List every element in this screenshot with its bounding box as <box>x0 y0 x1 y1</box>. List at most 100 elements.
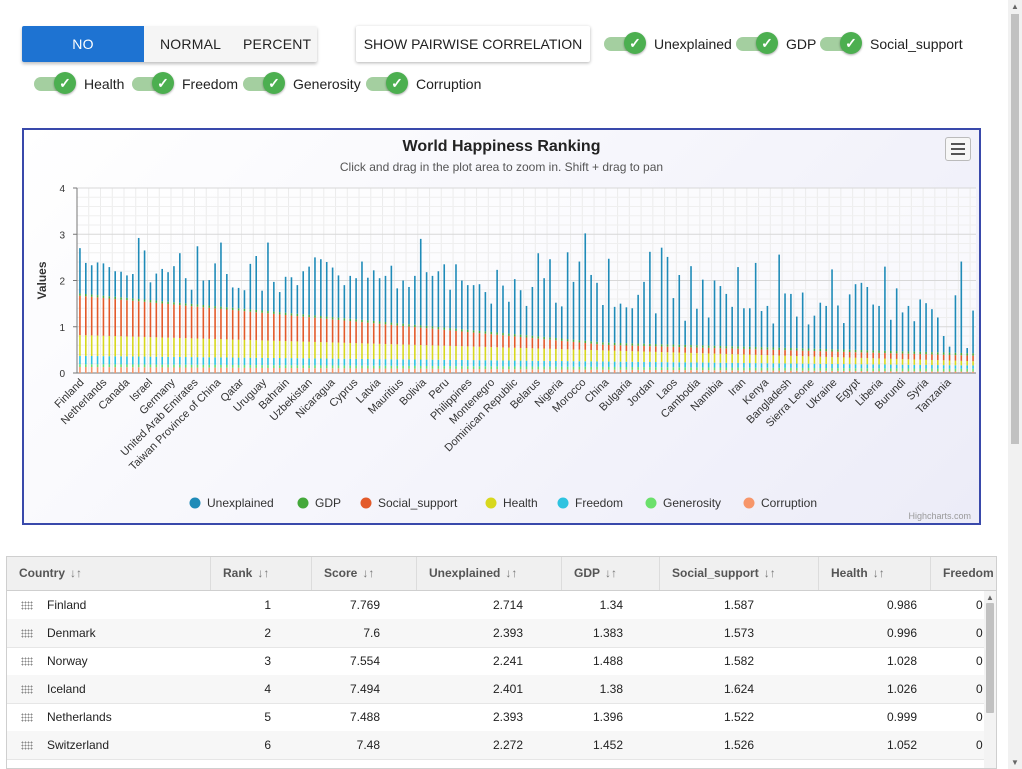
table-cell-gdp: 1.396 <box>592 710 623 724</box>
column-header-unexplained[interactable]: Unexplained ↓↑ <box>417 557 562 590</box>
table-cell-social-support: 1.522 <box>723 710 754 724</box>
scrollbar-thumb[interactable] <box>986 603 994 713</box>
check-icon: ✓ <box>54 72 76 94</box>
legend-item-label[interactable]: Health <box>503 496 538 510</box>
page-scrollbar-thumb[interactable] <box>1011 14 1019 444</box>
table-cell-gdp: 1.34 <box>599 598 623 612</box>
toggle-health[interactable]: ✓ Health <box>34 70 124 98</box>
table-cell-gdp: 1.38 <box>599 682 623 696</box>
table-row[interactable]: Iceland 4 7.494 2.401 1.38 1.624 1.026 0 <box>7 675 996 704</box>
table-cell-score: 7.554 <box>349 654 380 668</box>
column-header-health[interactable]: Health ↓↑ <box>819 557 931 590</box>
column-header-freedom[interactable]: Freedom↓↑ <box>931 557 996 590</box>
table-cell-gdp: 1.488 <box>592 654 623 668</box>
column-header-country[interactable]: Country ↓↑ <box>7 557 211 590</box>
drag-handle-icon[interactable] <box>21 685 33 694</box>
chart-subtitle: Click and drag in the plot area to zoom … <box>339 160 664 174</box>
legend-marker[interactable] <box>189 497 201 509</box>
drag-handle-icon[interactable] <box>21 657 33 666</box>
toggle-label: GDP <box>786 36 817 52</box>
column-header-label: Unexplained <box>429 566 501 580</box>
table-cell-unexplained: 2.241 <box>492 654 523 668</box>
page-scrollbar[interactable]: ▲ ▼ <box>1008 0 1022 769</box>
sort-icon[interactable]: ↓↑ <box>362 566 374 580</box>
legend-item-label[interactable]: GDP <box>315 496 341 510</box>
chart-credits[interactable]: Highcharts.com <box>908 511 971 521</box>
toggle-track: ✓ <box>820 32 862 54</box>
no-stacking-button[interactable]: NO STACKING <box>22 26 144 62</box>
legend-item-label[interactable]: Generosity <box>663 496 721 510</box>
y-axis-label: Values <box>35 261 49 299</box>
sort-icon[interactable]: ↓↑ <box>764 566 776 580</box>
toggle-unexplained[interactable]: ✓ Unexplained <box>604 30 732 58</box>
legend-marker[interactable] <box>557 497 569 509</box>
legend-marker[interactable] <box>360 497 372 509</box>
y-tick-label: 2 <box>59 277 65 288</box>
scroll-up-icon[interactable]: ▲ <box>1011 2 1019 11</box>
check-icon: ✓ <box>840 32 862 54</box>
sort-icon[interactable]: ↓↑ <box>505 566 517 580</box>
column-header-label: Health <box>831 566 868 580</box>
sort-icon[interactable]: ↓↑ <box>257 566 269 580</box>
column-header-label: Freedom <box>943 566 994 580</box>
table-cell-gdp: 1.383 <box>592 626 623 640</box>
column-header-label: Social_support <box>672 566 759 580</box>
legend-marker[interactable] <box>645 497 657 509</box>
table-row[interactable]: Netherlands 5 7.488 2.393 1.396 1.522 0.999 0 <box>7 703 996 732</box>
legend-item-label[interactable]: Unexplained <box>207 496 274 510</box>
table-cell-score: 7.494 <box>349 682 380 696</box>
table-cell-score: 7.48 <box>356 738 380 752</box>
table-scrollbar[interactable]: ▲ <box>984 591 996 768</box>
scroll-up-icon[interactable]: ▲ <box>986 593 994 602</box>
toggle-label: Unexplained <box>654 36 732 52</box>
drag-handle-icon[interactable] <box>21 629 33 638</box>
column-header-label: Score <box>324 566 358 580</box>
drag-handle-icon[interactable] <box>21 741 33 750</box>
legend-item-label[interactable]: Social_support <box>378 496 458 510</box>
pairwise-correlation-button[interactable]: SHOW PAIRWISE CORRELATION <box>356 26 590 62</box>
sort-icon[interactable]: ↓↑ <box>873 566 885 580</box>
toggle-freedom[interactable]: ✓ Freedom <box>132 70 238 98</box>
toggle-social-support[interactable]: ✓ Social_support <box>820 30 963 58</box>
legend-marker[interactable] <box>485 497 497 509</box>
chart-svg[interactable]: 01234ValuesFinlandNetherlandsCanadaIsrae… <box>24 130 979 523</box>
drag-handle-icon[interactable] <box>21 601 33 610</box>
table-cell-health: 1.028 <box>886 654 917 668</box>
toggle-track: ✓ <box>243 72 285 94</box>
table-cell-country: Switzerland <box>47 738 110 752</box>
chart-menu-button[interactable] <box>945 137 971 161</box>
sort-icon[interactable]: ↓↑ <box>605 566 617 580</box>
percent-stacking-button[interactable]: PERCENT <box>233 26 317 62</box>
column-header-rank[interactable]: Rank ↓↑ <box>211 557 312 590</box>
table-row[interactable]: Denmark 2 7.6 2.393 1.383 1.573 0.996 0 <box>7 619 996 648</box>
toggle-track: ✓ <box>736 32 778 54</box>
table-cell-country: Netherlands <box>47 710 112 724</box>
toggle-label: Freedom <box>182 76 239 92</box>
table-row[interactable]: Switzerland 6 7.48 2.272 1.452 1.526 1.052 0 <box>7 731 996 760</box>
table-cell-country: Denmark <box>47 626 96 640</box>
table-cell-unexplained: 2.272 <box>492 738 523 752</box>
chart-container: 0 1 2 3 4 Values Finland Netherlands Canada Israe… <box>22 128 981 525</box>
table-cell-score: 7.6 <box>363 626 380 640</box>
legend-item-label[interactable]: Freedom <box>575 496 623 510</box>
table-cell-score: 7.488 <box>349 710 380 724</box>
toggle-corruption[interactable]: ✓ Corruption <box>366 70 481 98</box>
toggle-gdp[interactable]: ✓ GDP <box>736 30 816 58</box>
scroll-down-icon[interactable]: ▼ <box>1011 758 1019 767</box>
drag-handle-icon[interactable] <box>21 713 33 722</box>
toggle-generosity[interactable]: ✓ Generosity <box>243 70 361 98</box>
normal-stacking-button[interactable]: NORMAL <box>144 26 233 62</box>
table-row[interactable]: Norway 3 7.554 2.241 1.488 1.582 1.028 0 <box>7 647 996 676</box>
table-cell-rank: 1 <box>264 598 271 612</box>
legend-item-label[interactable]: Corruption <box>761 496 817 510</box>
column-header-score[interactable]: Score ↓↑ <box>312 557 417 590</box>
legend-marker[interactable] <box>743 497 755 509</box>
column-header-gdp[interactable]: GDP ↓↑ <box>562 557 660 590</box>
legend-marker[interactable] <box>297 497 309 509</box>
column-header-label: Country <box>19 566 65 580</box>
table-cell-rank: 3 <box>264 654 271 668</box>
sort-icon[interactable]: ↓↑ <box>70 566 82 580</box>
table-cell-rank: 6 <box>264 738 271 752</box>
column-header-social-support[interactable]: Social_support ↓↑ <box>660 557 819 590</box>
table-row[interactable]: Finland 1 7.769 2.714 1.34 1.587 0.986 0 <box>7 591 996 620</box>
